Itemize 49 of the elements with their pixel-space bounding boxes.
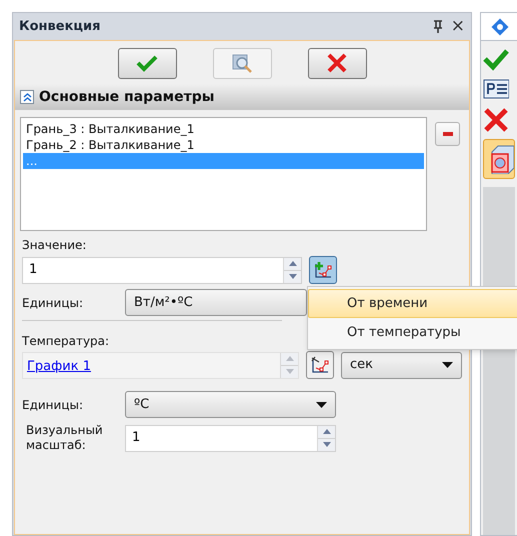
units-label: Единицы: bbox=[22, 294, 84, 312]
graph-icon bbox=[310, 355, 330, 375]
temperature-field[interactable]: График 1 bbox=[22, 352, 300, 378]
time-units-dropdown[interactable]: сек bbox=[341, 352, 462, 378]
minus-icon bbox=[442, 132, 452, 136]
dropdown-arrow-icon bbox=[316, 402, 327, 408]
down-arrow-icon bbox=[322, 442, 330, 447]
document-tab[interactable] bbox=[480, 12, 517, 40]
temperature-label: Температура: bbox=[22, 333, 110, 349]
pin-icon[interactable] bbox=[432, 20, 443, 33]
spin-down-button[interactable] bbox=[318, 438, 335, 450]
graph-link[interactable]: График 1 bbox=[27, 359, 91, 374]
value-label: Значение: bbox=[22, 237, 86, 253]
spin-up-button[interactable] bbox=[318, 426, 335, 438]
body-tool-button[interactable] bbox=[483, 139, 515, 179]
down-arrow-icon bbox=[288, 274, 296, 279]
close-icon[interactable] bbox=[483, 107, 509, 133]
dropdown-arrow-icon bbox=[442, 362, 453, 368]
remove-button[interactable] bbox=[435, 122, 460, 146]
down-arrow-icon bbox=[286, 369, 294, 374]
units-dropdown[interactable]: Вт/м²•ºС bbox=[125, 289, 307, 316]
up-arrow-icon bbox=[286, 356, 294, 361]
checkmark-icon[interactable] bbox=[483, 47, 509, 71]
magnifier-icon bbox=[230, 52, 254, 74]
apply-button[interactable] bbox=[118, 48, 176, 78]
scale-label: Визуальный масштаб: bbox=[25, 423, 104, 453]
edit-graph-button[interactable] bbox=[306, 351, 334, 379]
up-arrow-icon bbox=[288, 261, 296, 266]
add-graph-icon bbox=[313, 260, 333, 280]
scale-field[interactable]: 1 bbox=[125, 424, 336, 452]
units-label: Единицы: bbox=[22, 396, 84, 414]
face-list-item[interactable]: Грань_2 : Выталкивание_1 bbox=[23, 137, 424, 153]
face-list-item[interactable]: Грань_3 : Выталкивание_1 bbox=[23, 121, 424, 137]
section-header[interactable]: Основные параметры bbox=[15, 84, 469, 110]
value-field[interactable]: 1 bbox=[22, 256, 302, 284]
checkmark-icon bbox=[136, 54, 158, 72]
close-button[interactable]: × bbox=[450, 18, 465, 35]
up-arrow-icon bbox=[322, 429, 330, 434]
collapse-icon[interactable] bbox=[20, 90, 34, 104]
parameters-icon[interactable] bbox=[483, 77, 509, 101]
panel-title: Конвекция bbox=[19, 18, 100, 36]
menu-item[interactable]: От температуры bbox=[308, 318, 517, 347]
spin-up-button[interactable] bbox=[284, 258, 301, 270]
add-dependency-button[interactable] bbox=[309, 256, 337, 284]
temperature-units-dropdown[interactable]: ºС bbox=[125, 391, 336, 418]
close-icon bbox=[326, 53, 348, 73]
spin-down-button[interactable] bbox=[284, 270, 301, 282]
cancel-button[interactable] bbox=[308, 48, 366, 78]
menu-item[interactable]: От времени bbox=[308, 289, 517, 318]
